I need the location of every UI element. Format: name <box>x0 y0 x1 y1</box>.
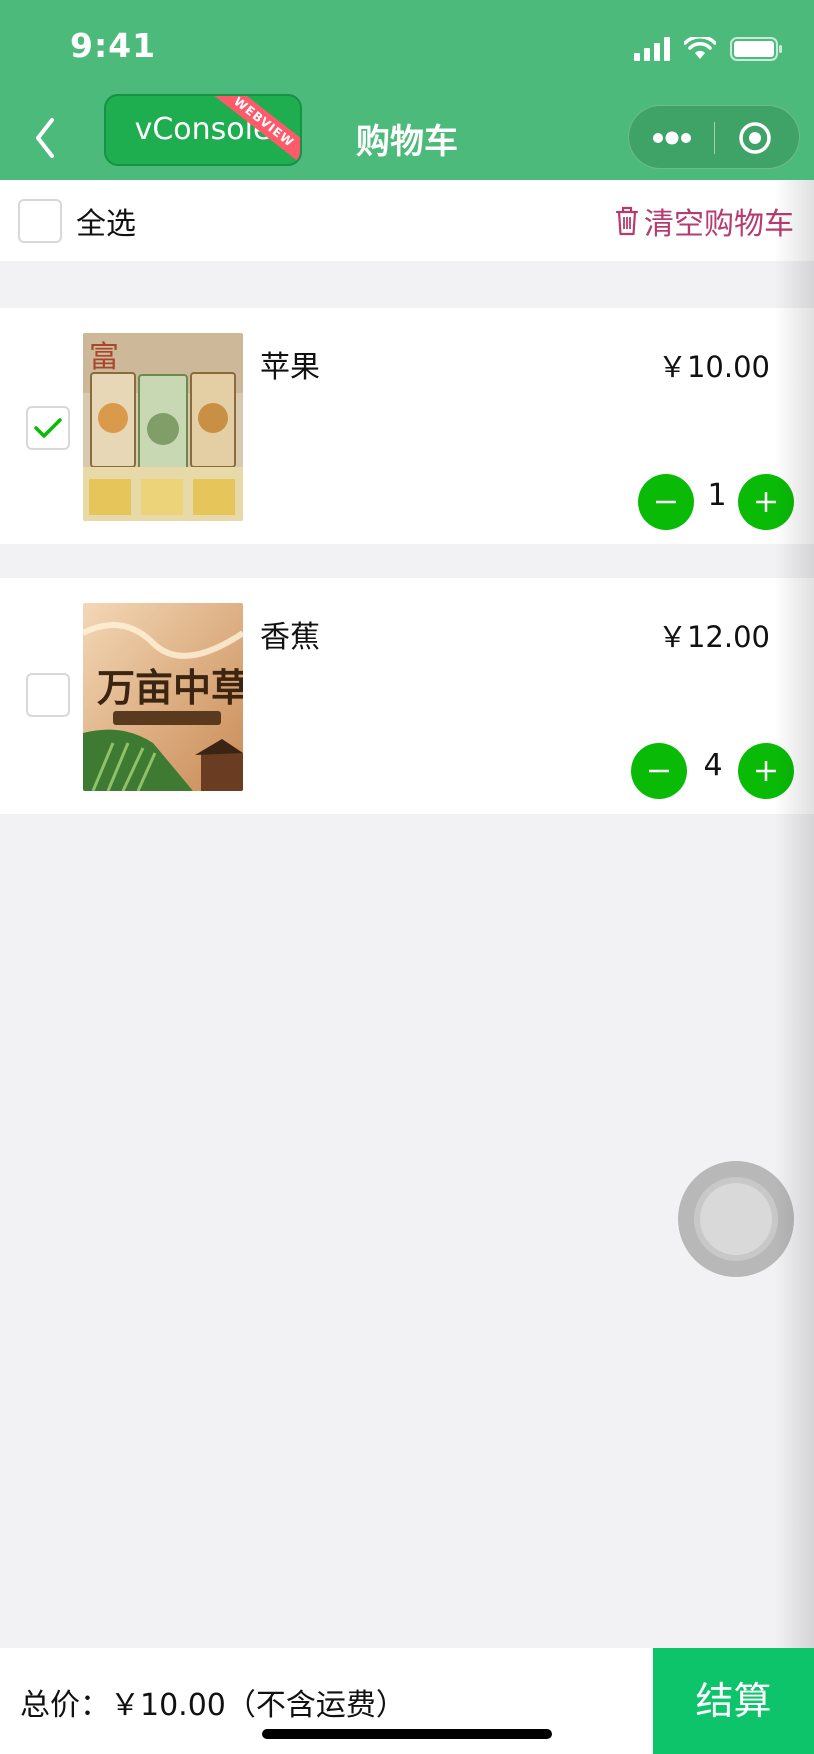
select-all-label: 全选 <box>76 207 136 242</box>
status-time: 9:41 <box>70 26 157 65</box>
product-image[interactable]: 万亩中草药 <box>83 603 243 791</box>
battery-icon <box>730 37 782 61</box>
capsule-divider <box>714 122 715 154</box>
clear-cart-label: 清空购物车 <box>644 207 794 242</box>
increase-quantity-button[interactable] <box>738 743 794 799</box>
item-checkbox[interactable] <box>26 673 70 717</box>
home-indicator <box>262 1729 552 1739</box>
total-price: 总价：￥10.00（不含运费） <box>20 1688 406 1723</box>
trash-icon <box>615 206 639 236</box>
signal-icon <box>634 37 670 61</box>
target-circle-icon[interactable] <box>737 120 773 156</box>
minus-icon <box>649 769 669 773</box>
product-name: 苹果 <box>260 350 320 385</box>
checkmark-icon <box>34 418 62 438</box>
status-icons <box>634 32 784 66</box>
more-dots-icon[interactable] <box>651 126 693 150</box>
decrease-quantity-button[interactable] <box>638 474 694 530</box>
plus-icon <box>756 492 776 512</box>
chevron-left-icon[interactable] <box>28 114 62 162</box>
product-name: 香蕉 <box>260 620 320 655</box>
product-price: ￥10.00 <box>657 350 770 384</box>
product-image[interactable]: 富 <box>83 333 243 521</box>
vconsole-button[interactable]: vConsole WEBVIEW <box>104 94 302 166</box>
floating-button-core <box>700 1183 772 1255</box>
svg-text:富: 富 <box>89 340 119 375</box>
clear-cart-button[interactable]: 清空购物车 <box>614 199 794 243</box>
quantity-value: 4 <box>703 748 723 783</box>
mini-program-capsule <box>628 105 800 169</box>
item-checkbox-checked[interactable] <box>26 406 70 450</box>
wifi-icon <box>684 37 716 59</box>
page-title: 购物车 <box>356 122 458 162</box>
svg-text:万亩中草药: 万亩中草药 <box>97 665 243 710</box>
decrease-quantity-button[interactable] <box>631 743 687 799</box>
checkout-button[interactable]: 结算 <box>653 1648 814 1754</box>
plus-icon <box>756 761 776 781</box>
product-price: ￥12.00 <box>657 620 770 654</box>
quantity-value: 1 <box>707 478 727 513</box>
minus-icon <box>656 500 676 504</box>
increase-quantity-button[interactable] <box>738 474 794 530</box>
select-all-checkbox[interactable] <box>18 199 62 243</box>
